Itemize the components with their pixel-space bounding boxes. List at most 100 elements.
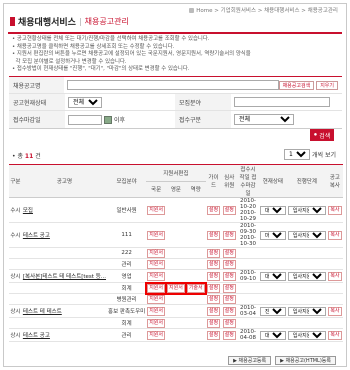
ko-form-button[interactable]: 지원서: [147, 271, 165, 281]
stage-select[interactable]: 입사지원: [287, 230, 326, 240]
field-input[interactable]: [234, 97, 330, 107]
row-field: 영업: [107, 269, 147, 283]
copy-button[interactable]: 복사: [328, 271, 342, 281]
review-set-button[interactable]: 설정: [222, 306, 236, 316]
ko-form-button[interactable]: 지원서: [147, 330, 165, 340]
guide-set-button[interactable]: 설정: [206, 205, 221, 215]
copy-cell: [326, 258, 343, 270]
row-type: 상시: [9, 328, 22, 342]
ko-form-button[interactable]: 지원서: [147, 205, 165, 215]
ko-form-button[interactable]: 지원서: [147, 306, 165, 316]
ko-form-button[interactable]: 지원서: [147, 294, 165, 304]
clear-button[interactable]: 지우기: [316, 80, 338, 90]
row-type: 상시: [9, 304, 22, 318]
row-title[interactable]: 테스트 공고: [21, 328, 108, 342]
status-select[interactable]: 대기: [259, 330, 286, 340]
guide-set-button[interactable]: 설정: [206, 259, 221, 269]
ko-form-cell: 지원서: [146, 247, 166, 259]
col-status: 현재상태: [258, 164, 287, 198]
col-field: 모집분야: [107, 164, 147, 198]
stage-select[interactable]: 입사지원: [287, 205, 326, 215]
review-set-button[interactable]: 설정: [222, 205, 236, 215]
guide-set-button[interactable]: 설정: [206, 330, 221, 340]
review-set-button[interactable]: 설정: [222, 330, 236, 340]
date-input[interactable]: [68, 114, 102, 125]
row-title: [21, 247, 108, 259]
guide-set-button[interactable]: 설정: [206, 271, 221, 281]
total-count: • 총 11 건: [12, 153, 41, 160]
row-period: 2010-04-08: [237, 328, 259, 342]
stage-select[interactable]: 입사지원: [287, 306, 326, 316]
guide-set-button[interactable]: 설정: [206, 294, 221, 304]
ko-form-button[interactable]: 지원서: [145, 281, 167, 295]
guide-set-button[interactable]: 설정: [206, 306, 221, 316]
row-stage-cell: [286, 258, 327, 270]
row-title[interactable]: 테스트 공고: [21, 222, 108, 248]
row-period: [237, 317, 259, 329]
search-title-button[interactable]: 채용공고검색: [278, 80, 315, 90]
en-form-cell: [166, 293, 186, 305]
skill-form-button[interactable]: 기술서: [184, 281, 207, 295]
guide-set-button[interactable]: 설정: [206, 318, 221, 328]
status-select[interactable]: 대기: [259, 271, 286, 281]
row-status-cell: [258, 258, 287, 270]
row-stage-cell: [286, 282, 327, 294]
row-title[interactable]: 테스트 테 테스트: [21, 304, 108, 318]
copy-button[interactable]: 복사: [328, 205, 342, 215]
ko-form-button[interactable]: 지원서: [147, 248, 165, 258]
row-stage-cell: 입사지원: [286, 222, 327, 248]
en-form-button[interactable]: 지원서: [165, 281, 187, 295]
search-button[interactable]: ● 검색: [310, 129, 334, 141]
status-select[interactable]: 마감: [259, 230, 286, 240]
skill-form-cell: [185, 328, 206, 342]
status-select[interactable]: 대기: [259, 205, 286, 215]
copy-button[interactable]: 복사: [328, 230, 342, 240]
review-set-button[interactable]: 설정: [222, 248, 236, 258]
review-set-button[interactable]: 설정: [222, 283, 236, 293]
field-label: 모집분야: [175, 94, 231, 110]
stage-select[interactable]: 입사지원: [287, 330, 326, 340]
table-row: 상시 [복사본]테스트 테 테스트[test 등... 영업 지원서 설정 설정 2010-…: [9, 269, 343, 283]
review-set-cell: 설정: [221, 197, 238, 223]
row-title[interactable]: 모집: [21, 197, 108, 223]
col-review: 심사위원: [221, 164, 238, 198]
status-select[interactable]: 전체: [68, 96, 102, 108]
register-html-button[interactable]: ▶ 채용공고(HTML)등록: [275, 356, 336, 365]
col-ko: 국문: [146, 181, 166, 198]
type-select[interactable]: 전체: [234, 114, 294, 125]
row-status-cell: [258, 293, 287, 305]
home-icon[interactable]: [189, 8, 195, 13]
review-set-cell: 설정: [221, 282, 238, 294]
copy-cell: [326, 317, 343, 329]
per-page-select[interactable]: 10: [284, 149, 310, 160]
review-set-button[interactable]: 설정: [222, 294, 236, 304]
review-set-button[interactable]: 설정: [222, 230, 236, 240]
status-select[interactable]: 진행: [259, 306, 286, 316]
en-form-cell: [166, 222, 186, 248]
ko-form-button[interactable]: 지원서: [147, 230, 165, 240]
ko-form-cell: 지원서: [146, 328, 166, 342]
register-button[interactable]: ▶ 채용공고등록: [228, 356, 272, 365]
job-table: 구분 공고명 모집분야 지원서편집 가이드 심사위원 접수시작일 접수마감일 현…: [9, 164, 343, 342]
ko-form-cell: 지원서: [146, 222, 166, 248]
ko-form-button[interactable]: 지원서: [147, 318, 165, 328]
guide-set-button[interactable]: 설정: [206, 230, 221, 240]
row-field: 222: [107, 247, 147, 259]
review-set-button[interactable]: 설정: [222, 318, 236, 328]
ko-form-cell: 지원서: [146, 258, 166, 270]
calendar-icon[interactable]: [104, 115, 112, 124]
copy-button[interactable]: 복사: [328, 330, 342, 340]
row-period: [237, 258, 259, 270]
row-title[interactable]: [복사본]테스트 테 테스트[test 등...: [21, 269, 108, 283]
title-divider: [8, 32, 342, 34]
guide-set-button[interactable]: 설정: [206, 248, 221, 258]
review-set-button[interactable]: 설정: [222, 259, 236, 269]
title-input[interactable]: [66, 80, 279, 90]
row-type: [9, 317, 22, 329]
ko-form-button[interactable]: 지원서: [147, 259, 165, 269]
stage-select[interactable]: 입사지원: [287, 271, 326, 281]
ko-form-cell: 지원서: [146, 317, 166, 329]
guide-set-button[interactable]: 설정: [206, 283, 221, 293]
review-set-button[interactable]: 설정: [222, 271, 236, 281]
copy-button[interactable]: 복사: [328, 306, 342, 316]
